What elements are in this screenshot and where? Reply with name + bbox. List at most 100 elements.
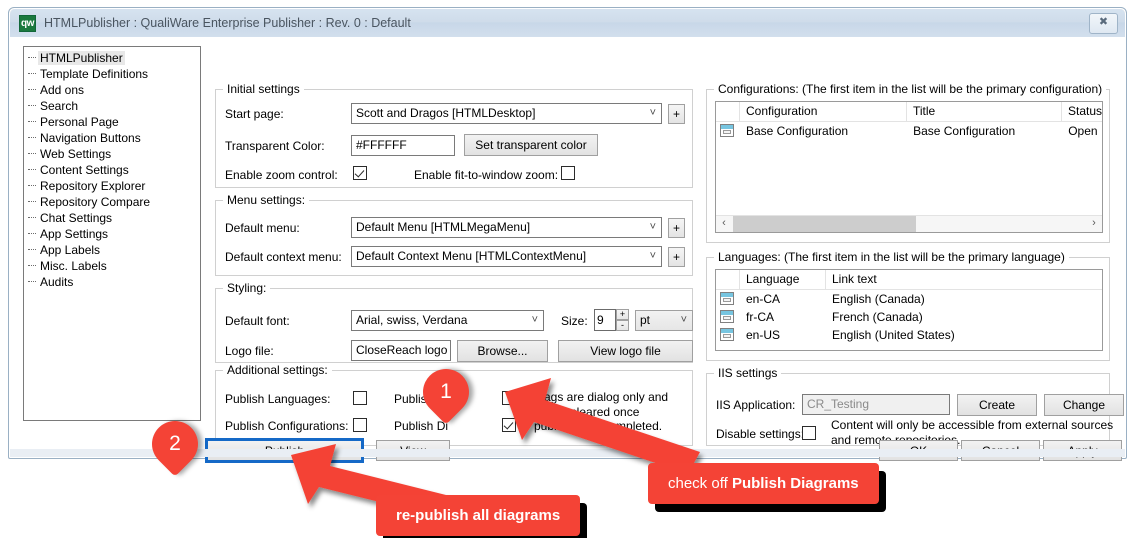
language-row-icon-cell xyxy=(716,290,740,308)
configurations-header-configuration[interactable]: Configuration xyxy=(740,102,907,121)
create-button[interactable]: Create xyxy=(957,394,1037,416)
initial-settings-group: Initial settings Start page: Scott and D… xyxy=(215,82,693,188)
font-size-unit-value: pt xyxy=(640,313,651,327)
table-row[interactable]: en-CA English (Canada) xyxy=(716,290,1102,308)
iis-application-label: IIS Application: xyxy=(716,398,796,412)
additional-settings-group: Additional settings: Publish Languages: … xyxy=(215,363,693,446)
languages-header-row: Language Link text xyxy=(716,270,1102,290)
publish-diagrams-checkbox[interactable] xyxy=(502,418,516,432)
tree-item-web-settings[interactable]: Web Settings xyxy=(24,146,200,162)
logo-file-input[interactable]: CloseReach logo V3 xyxy=(351,340,451,361)
transparent-color-input[interactable]: #FFFFFF xyxy=(351,135,455,156)
tree-item-add-ons[interactable]: Add ons xyxy=(24,82,200,98)
configuration-row-status: Open xyxy=(1068,124,1098,138)
default-menu-label: Default menu: xyxy=(225,221,300,235)
iis-application-input[interactable]: CR_Testing xyxy=(802,394,950,415)
tree-item-repository-explorer[interactable]: Repository Explorer xyxy=(24,178,200,194)
start-page-add-button[interactable]: + xyxy=(668,104,685,124)
default-font-combo[interactable]: Arial, swiss, Verdana ˅ xyxy=(351,310,544,331)
default-menu-combo[interactable]: Default Menu [HTMLMegaMenu] ˅ xyxy=(351,217,662,238)
publish-configurations-label: Publish Configurations: xyxy=(225,419,349,433)
default-context-menu-value: Default Context Menu [HTMLContextMenu] xyxy=(356,249,587,263)
iis-settings-title: IIS settings xyxy=(714,366,782,380)
languages-listview[interactable]: Language Link text en-CA English (Canada… xyxy=(715,269,1103,351)
font-size-unit-combo[interactable]: pt ˅ xyxy=(635,310,693,331)
change-button[interactable]: Change xyxy=(1044,394,1124,416)
tree-item-app-settings[interactable]: App Settings xyxy=(24,226,200,242)
languages-header-language[interactable]: Language xyxy=(740,270,826,289)
tree-connector-icon xyxy=(28,249,36,250)
enable-zoom-checkbox[interactable] xyxy=(353,166,367,180)
tree-connector-icon xyxy=(28,185,36,186)
start-page-combo[interactable]: Scott and Dragos [HTMLDesktop] ˅ xyxy=(351,103,662,124)
font-size-input[interactable]: 9 xyxy=(594,309,616,331)
logo-file-label: Logo file: xyxy=(225,344,274,358)
languages-header-icon-col xyxy=(716,270,740,289)
tree-item-label: Personal Page xyxy=(40,115,119,129)
browse-button[interactable]: Browse... xyxy=(457,340,548,362)
scroll-left-icon[interactable]: ‹ xyxy=(716,216,732,232)
chevron-down-icon: ˅ xyxy=(531,314,538,326)
publish-languages-label: Publish Languages: xyxy=(225,392,331,406)
tree-item-chat-settings[interactable]: Chat Settings xyxy=(24,210,200,226)
disable-settings-label: Disable settings: xyxy=(716,427,805,441)
qualiware-logo-icon: qw xyxy=(19,14,36,32)
table-row[interactable]: Base Configuration Base Configuration Op… xyxy=(716,122,1102,140)
view-logo-file-button[interactable]: View logo file xyxy=(558,340,693,362)
language-row-icon-cell xyxy=(716,326,740,344)
additional-settings-title: Additional settings: xyxy=(223,363,332,377)
chevron-down-icon: ˅ xyxy=(680,314,687,326)
tree-item-app-labels[interactable]: App Labels xyxy=(24,242,200,258)
default-context-menu-combo[interactable]: Default Context Menu [HTMLContextMenu] ˅ xyxy=(351,246,662,267)
close-icon[interactable]: ✖ xyxy=(1089,13,1118,34)
tree-connector-icon xyxy=(28,73,36,74)
default-menu-add-button[interactable]: + xyxy=(668,218,685,238)
styling-group: Styling: Default font: Arial, swiss, Ver… xyxy=(215,281,693,363)
tree-connector-icon xyxy=(28,217,36,218)
language-row-icon-cell xyxy=(716,308,740,326)
tree-item-audits[interactable]: Audits xyxy=(24,274,200,290)
languages-group: Languages: (The first item in the list w… xyxy=(706,250,1110,361)
tree-connector-icon xyxy=(28,201,36,202)
configurations-horizontal-scrollbar[interactable]: ‹ › xyxy=(716,215,1102,232)
tree-item-repository-compare[interactable]: Repository Compare xyxy=(24,194,200,210)
scrollbar-thumb[interactable] xyxy=(733,216,916,232)
publish-files-checkbox[interactable] xyxy=(502,391,516,405)
dialog-bottom-strip xyxy=(10,449,1125,457)
callout-bold-text: Publish Diagrams xyxy=(731,475,859,492)
publish-configurations-checkbox[interactable] xyxy=(353,418,367,432)
table-row[interactable]: en-US English (United States) xyxy=(716,326,1102,344)
tree-item-search[interactable]: Search xyxy=(24,98,200,114)
tree-item-template-definitions[interactable]: Template Definitions xyxy=(24,66,200,82)
enable-fit-checkbox[interactable] xyxy=(561,166,575,180)
configurations-header-status[interactable]: Status xyxy=(1062,102,1102,121)
default-context-menu-add-button[interactable]: + xyxy=(668,247,685,267)
tree-item-personal-page[interactable]: Personal Page xyxy=(24,114,200,130)
default-context-menu-label: Default context menu: xyxy=(225,250,342,264)
language-row-link-text: English (Canada) xyxy=(832,292,925,306)
font-size-decrement-button[interactable]: - xyxy=(616,320,629,331)
table-row[interactable]: fr-CA French (Canada) xyxy=(716,308,1102,326)
scroll-right-icon[interactable]: › xyxy=(1086,216,1102,232)
tree-item-label: App Settings xyxy=(40,227,109,241)
tree-item-htmlpublisher[interactable]: HTMLPublisher xyxy=(24,50,200,66)
tree-item-label: Web Settings xyxy=(40,147,112,161)
tree-item-misc-labels[interactable]: Misc. Labels xyxy=(24,258,200,274)
publish-languages-checkbox[interactable] xyxy=(353,391,367,405)
tree-connector-icon xyxy=(28,169,36,170)
languages-header-link-text[interactable]: Link text xyxy=(826,270,1090,289)
disable-settings-checkbox[interactable] xyxy=(802,426,816,440)
configurations-listview[interactable]: Configuration Title Status Base Configur… xyxy=(715,101,1103,233)
font-size-spinner[interactable]: 9 + - xyxy=(594,308,634,332)
tree-item-navigation-buttons[interactable]: Navigation Buttons xyxy=(24,130,200,146)
set-transparent-color-button[interactable]: Set transparent color xyxy=(464,134,598,156)
settings-tree[interactable]: HTMLPublisher Template Definitions Add ons… xyxy=(23,46,201,421)
tree-item-label: Misc. Labels xyxy=(40,259,107,273)
languages-title: Languages: (The first item in the list w… xyxy=(714,250,1069,264)
tree-item-label: Search xyxy=(40,99,79,113)
configurations-header-title[interactable]: Title xyxy=(907,102,1062,121)
language-row-language: en-CA xyxy=(746,292,781,306)
tree-item-content-settings[interactable]: Content Settings xyxy=(24,162,200,178)
tree-item-label: Navigation Buttons xyxy=(40,131,141,145)
font-size-increment-button[interactable]: + xyxy=(616,309,629,320)
